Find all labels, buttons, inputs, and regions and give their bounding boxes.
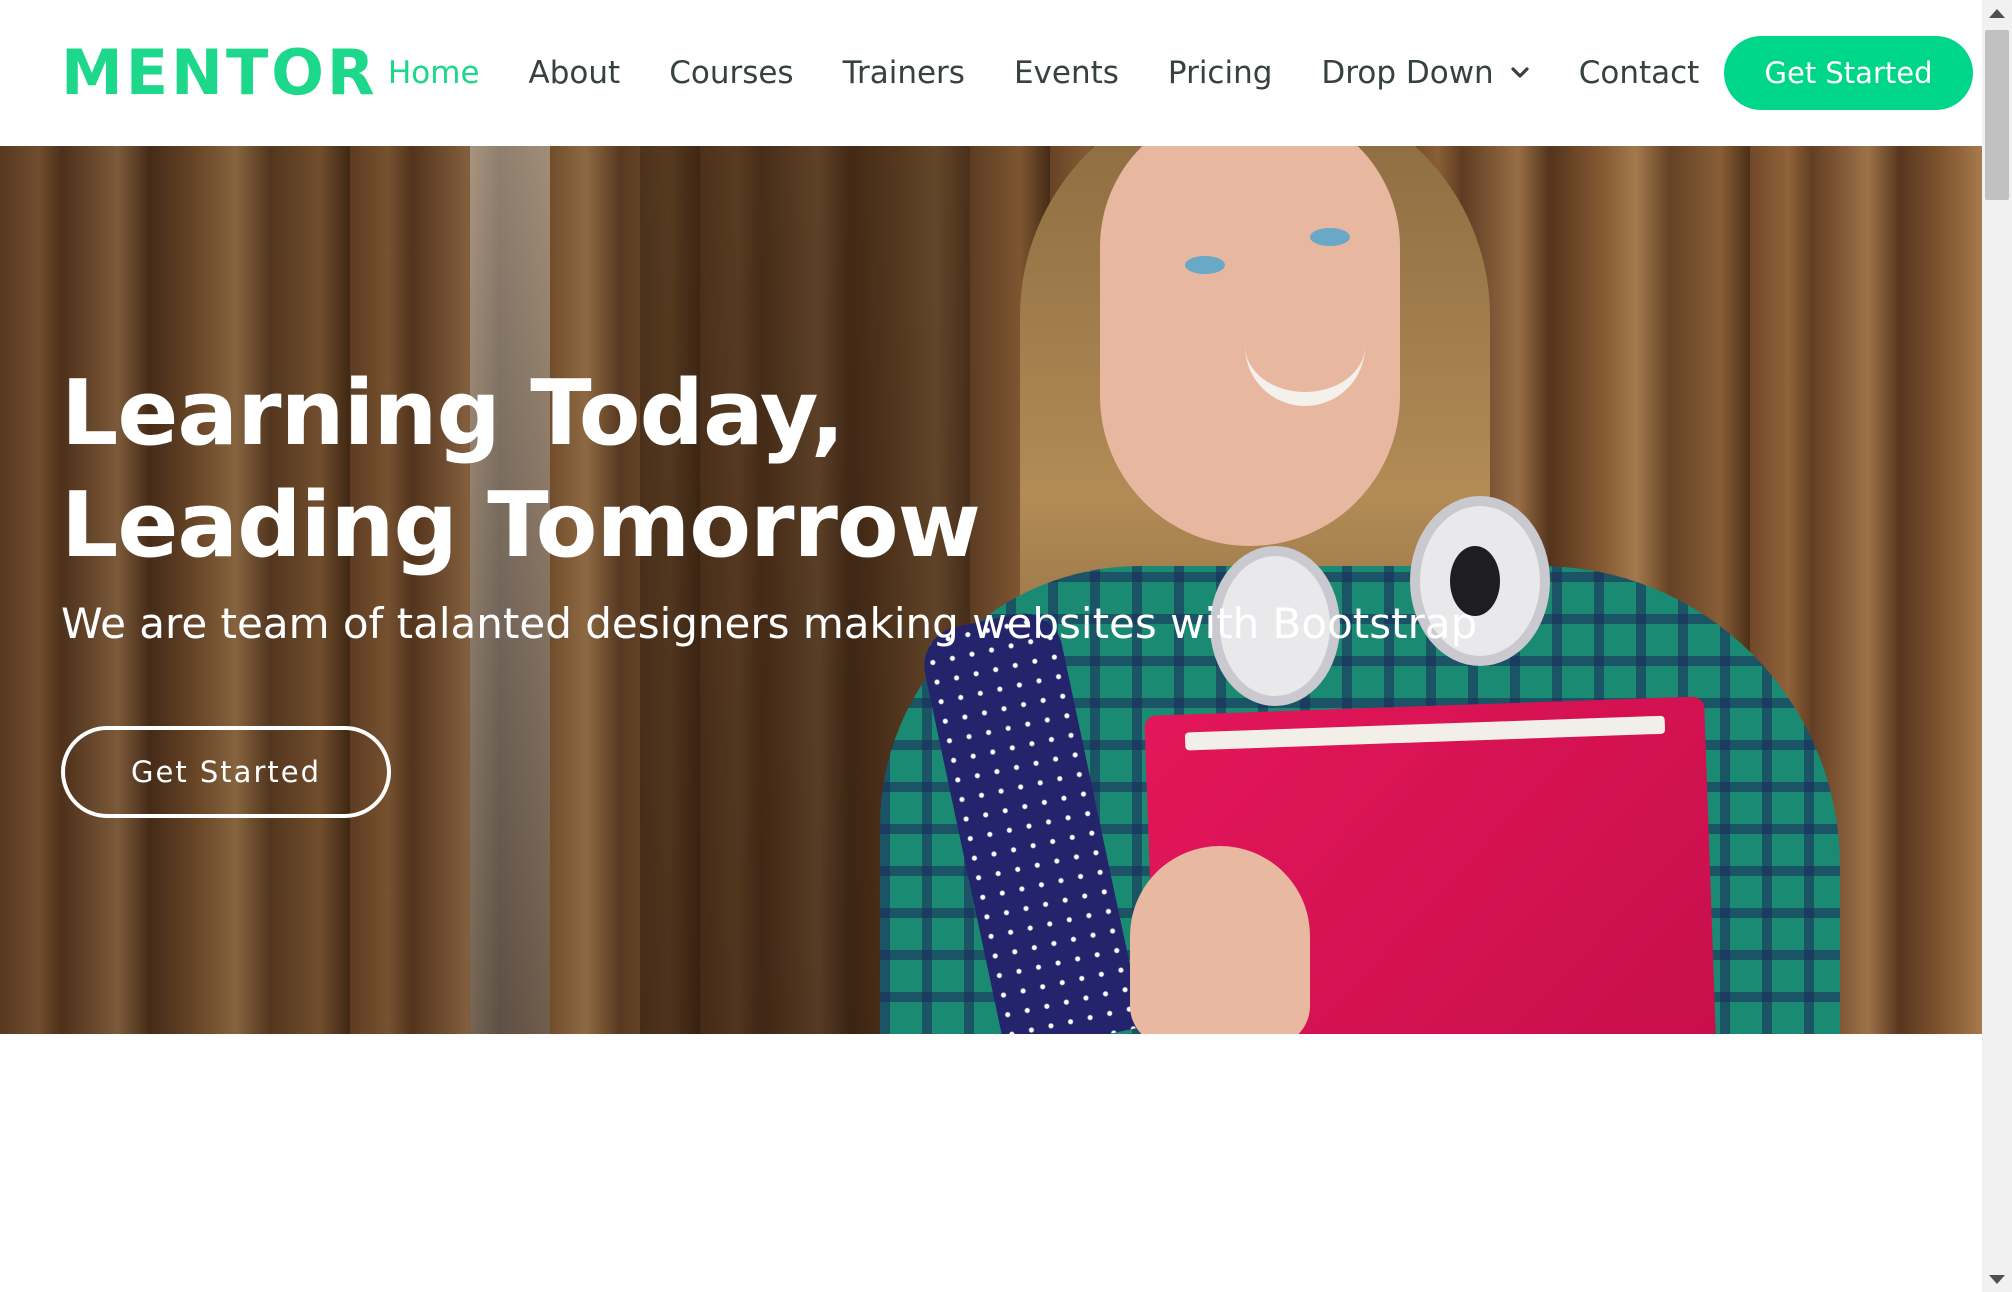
header-get-started-button[interactable]: Get Started	[1724, 36, 1973, 110]
hero-content: Learning Today, Leading Tomorrow We are …	[61, 358, 1661, 652]
nav-item-courses[interactable]: Courses	[669, 53, 793, 93]
hero-title: Learning Today, Leading Tomorrow	[61, 358, 1661, 582]
hero-section: Learning Today, Leading Tomorrow We are …	[0, 146, 1982, 1034]
nav-item-drop-down[interactable]: Drop Down	[1321, 53, 1529, 93]
scroll-up-arrow-icon[interactable]	[1982, 0, 2012, 26]
nav-item-events[interactable]: Events	[1014, 53, 1119, 93]
hero-figure-eye-right	[1310, 228, 1350, 246]
chevron-down-icon	[1511, 67, 1529, 78]
hero-title-line-2: Leading Tomorrow	[61, 473, 981, 578]
hero-figure-hand	[1130, 846, 1310, 1034]
hero-title-line-1: Learning Today,	[61, 361, 845, 466]
scroll-down-arrow-icon[interactable]	[1982, 1266, 2012, 1292]
scrollbar-thumb[interactable]	[1985, 30, 2009, 200]
nav-item-drop-down-label: Drop Down	[1321, 55, 1494, 91]
hero-subtitle: We are team of talanted designers making…	[61, 599, 1478, 648]
nav-item-contact[interactable]: Contact	[1579, 53, 1700, 93]
nav-item-trainers[interactable]: Trainers	[843, 53, 965, 93]
site-header: MENTOR Home About Courses Trainers Event…	[0, 0, 1982, 146]
hero-figure-eye-left	[1185, 256, 1225, 274]
main-nav: Home About Courses Trainers Events Prici…	[388, 45, 1748, 101]
nav-item-about[interactable]: About	[529, 53, 621, 93]
nav-item-home[interactable]: Home	[388, 53, 480, 93]
site-logo[interactable]: MENTOR	[61, 38, 378, 108]
page-scrollbar[interactable]	[1982, 0, 2012, 1292]
nav-item-pricing[interactable]: Pricing	[1168, 53, 1273, 93]
hero-get-started-button[interactable]: Get Started	[61, 726, 391, 818]
